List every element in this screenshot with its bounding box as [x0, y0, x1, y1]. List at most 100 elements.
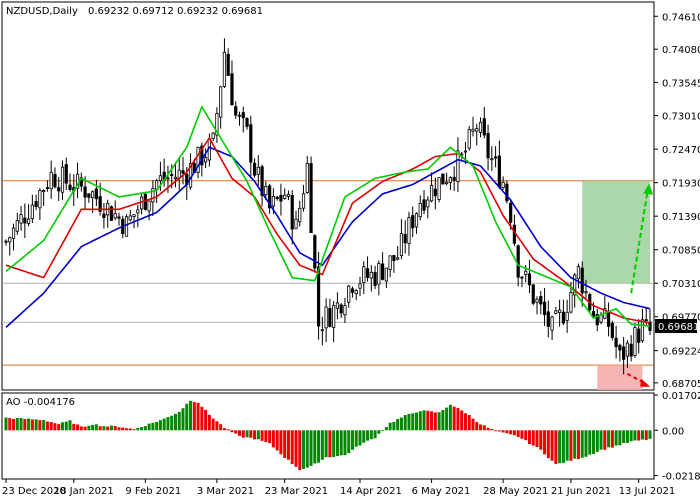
ao-bar [369, 430, 373, 440]
ao-bar [648, 430, 652, 439]
ao-bar [486, 427, 490, 431]
candle-body [57, 187, 61, 192]
ao-bar [155, 421, 159, 431]
candle-body [576, 266, 581, 280]
ao-bar [588, 430, 592, 455]
ao-bar [268, 430, 272, 444]
time-tick-label: 18 Jan 2021 [54, 486, 114, 497]
ao-bar [479, 424, 483, 431]
candle-body [599, 314, 603, 323]
ao-bar [373, 430, 377, 439]
ao-bar [354, 430, 358, 447]
ao-bar [128, 428, 132, 431]
ao-bar [283, 430, 287, 458]
candle-body [68, 184, 72, 190]
candle-body [456, 150, 460, 183]
candle-body [554, 310, 558, 314]
ao-bar [158, 420, 162, 431]
candle-body [332, 305, 336, 328]
candle-body [478, 121, 483, 133]
ao-bar [366, 430, 370, 441]
ao-bar [599, 430, 603, 450]
candle-body [309, 163, 313, 234]
candle-body [546, 311, 550, 327]
ao-bar [106, 426, 110, 431]
candle-body [354, 290, 358, 295]
candle-body [640, 319, 645, 342]
ao-bar [392, 421, 396, 431]
ao-bar [91, 424, 95, 431]
ao-bar [211, 418, 215, 431]
ao-bar [456, 407, 460, 431]
ao-tick-label: 0.017024 [662, 391, 700, 402]
ao-bar [524, 430, 528, 441]
ao-bar [286, 430, 290, 460]
ao-bar [576, 430, 580, 459]
candle-body [286, 193, 291, 197]
candle-body [38, 190, 42, 209]
candle-body [316, 266, 321, 327]
candle-body [298, 207, 302, 223]
ao-bar [637, 430, 641, 441]
ao-bar [98, 426, 102, 431]
ao-bar [264, 430, 268, 443]
candle-body [264, 185, 268, 196]
ao-bar [181, 408, 185, 431]
ao-bar [23, 419, 27, 431]
ao-bar [320, 430, 324, 460]
ao-bar [411, 413, 415, 431]
ao-bar [15, 418, 19, 431]
candle-body [279, 194, 283, 202]
ao-bar [463, 413, 467, 431]
ao-bar [38, 420, 42, 431]
candle-body [230, 73, 234, 106]
candle-body [475, 128, 479, 132]
ao-bar [546, 430, 550, 459]
ao-bar [403, 415, 407, 431]
time-tick-label: 3 Mar 2021 [197, 486, 254, 497]
candle-body [558, 309, 562, 313]
ao-bar [377, 430, 381, 434]
ao-bar [102, 426, 106, 431]
ao-bar [189, 400, 193, 431]
candle-body [290, 195, 294, 230]
ao-bar [558, 430, 562, 464]
candle-body [64, 164, 68, 184]
ao-bar [279, 430, 283, 455]
candle-body [350, 288, 355, 293]
ao-bar [49, 422, 53, 431]
ao-bar [109, 425, 113, 431]
candle-body [396, 257, 400, 260]
ao-bar [437, 412, 441, 431]
ao-bar [426, 410, 430, 431]
candle-body [347, 285, 351, 303]
candle-body [637, 328, 641, 343]
ao-bar [166, 417, 170, 431]
candle-body [433, 188, 437, 197]
candle-body [377, 263, 381, 285]
ao-bar [607, 430, 611, 448]
candle-body [535, 298, 539, 303]
ao-bar [309, 430, 313, 466]
candle-body [614, 337, 618, 348]
ao-bar [388, 422, 392, 431]
ao-bar [592, 430, 596, 454]
candle-body [445, 181, 449, 184]
ao-bar [328, 430, 332, 458]
ao-bar [516, 430, 520, 437]
time-tick-label: 9 Feb 2021 [125, 486, 181, 497]
ao-bar [640, 430, 644, 440]
candle-body [501, 181, 505, 189]
candle-body [237, 114, 242, 117]
ao-bar [117, 427, 121, 431]
ao-bar [245, 430, 249, 438]
ao-bar [136, 427, 140, 431]
candle-body [60, 166, 65, 193]
price-tick-label: 0.70310 [662, 279, 700, 290]
candle-body [143, 193, 147, 210]
ao-bar [335, 430, 339, 457]
candle-body [102, 213, 106, 219]
candle-body [4, 240, 8, 243]
candle-body [155, 180, 159, 190]
price-tag-label: 0.69681 [658, 322, 699, 333]
